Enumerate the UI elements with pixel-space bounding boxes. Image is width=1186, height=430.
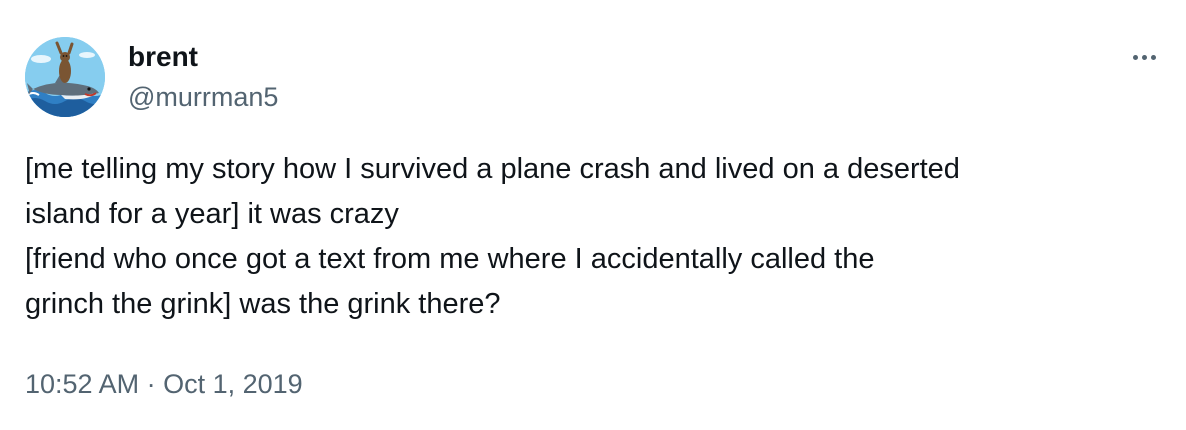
tweet-time[interactable]: 10:52 AM — [25, 369, 139, 399]
tweet-text-line: grinch the grink] was the grink there? — [25, 288, 501, 320]
tweet-text-line: [friend who once got a text from me wher… — [25, 243, 875, 275]
tweet-card: brent @murrman5 [me telling my story how… — [0, 0, 1186, 430]
more-horizontal-icon-dot-3 — [1150, 54, 1156, 60]
tweet-text: [me telling my story how I survived a pl… — [25, 147, 1165, 327]
timestamp-separator: · — [146, 369, 156, 399]
more-horizontal-icon — [1132, 54, 1138, 60]
author-handle[interactable]: @murrman5 — [128, 80, 278, 114]
more-horizontal-icon-dot-2 — [1141, 54, 1147, 60]
author-display-name[interactable]: brent — [128, 40, 198, 74]
otter-riding-shark-icon — [25, 37, 105, 117]
tweet-text-line: [me telling my story how I survived a pl… — [25, 153, 960, 185]
tweet-text-line: island for a year] it was crazy — [25, 198, 399, 230]
more-options-button[interactable] — [1124, 40, 1164, 74]
tweet-timestamp[interactable]: 10:52 AM · Oct 1, 2019 — [25, 367, 303, 401]
tweet-date[interactable]: Oct 1, 2019 — [163, 369, 303, 399]
avatar[interactable] — [25, 37, 105, 117]
